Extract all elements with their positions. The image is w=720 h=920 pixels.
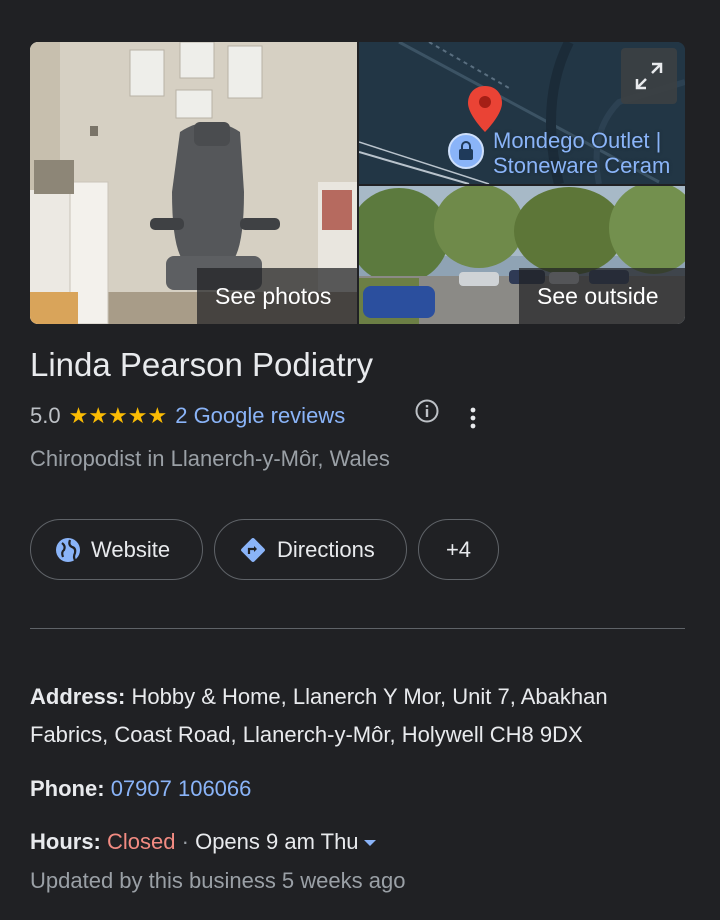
phone-row: Phone: 07907 106066 (30, 770, 690, 808)
directions-icon (241, 537, 265, 562)
phone-link[interactable]: 07907 106066 (111, 776, 252, 801)
hours-label: Hours: (30, 829, 101, 854)
hours-status: Closed (107, 829, 176, 854)
phone-label: Phone: (30, 776, 105, 801)
hours-next-open: Opens 9 am Thu (195, 829, 359, 854)
reviews-link[interactable]: 2 Google reviews (175, 403, 345, 429)
directions-button[interactable]: Directions (214, 519, 407, 580)
see-outside-label[interactable]: See outside (519, 268, 685, 324)
more-vert-icon[interactable] (462, 404, 484, 432)
info-icon[interactable] (414, 398, 440, 424)
interior-photo[interactable]: See photos (30, 42, 357, 324)
shopping-bag-icon (448, 133, 484, 169)
map-preview[interactable]: Mondego Outlet | Stoneware Ceram (359, 42, 685, 184)
hours-dropdown[interactable]: Opens 9 am Thu (195, 829, 376, 854)
business-name: Linda Pearson Podiatry (30, 346, 374, 383)
hours-row: Hours: Closed · Opens 9 am Thu (30, 823, 690, 861)
rating-row: 5.0 ★★★★★ 2 Google reviews (30, 400, 345, 432)
media-gallery: See photos Mondego Outlet | Stoneware Ce… (30, 42, 685, 324)
expand-map-button[interactable] (621, 48, 677, 104)
website-button[interactable]: Website (30, 519, 203, 580)
chevron-down-icon (363, 840, 376, 847)
website-label: Website (91, 536, 171, 562)
outside-photo[interactable]: See outside (359, 186, 685, 324)
map-place-line-2: Stoneware Ceram (493, 153, 671, 178)
business-category: Chiropodist in Llanerch-y-Môr, Wales (30, 446, 390, 471)
globe-icon (56, 537, 80, 562)
more-actions-label: +4 (445, 536, 472, 562)
map-place-line-1: Mondego Outlet | (493, 128, 662, 153)
hours-separator: · (181, 829, 189, 854)
directions-label: Directions (277, 536, 375, 562)
map-pin-icon (468, 86, 502, 132)
rating-value: 5.0 (30, 403, 61, 428)
address-row: Address: Hobby & Home, Llanerch Y Mor, U… (30, 678, 690, 754)
divider (30, 628, 685, 629)
map-place-name: Mondego Outlet | Stoneware Ceram (493, 128, 670, 178)
expand-icon (635, 62, 663, 90)
more-actions-button[interactable]: +4 (418, 519, 499, 580)
address-label: Address: (30, 684, 126, 709)
see-photos-label[interactable]: See photos (197, 268, 357, 324)
star-rating: ★★★★★ (68, 403, 168, 428)
updated-note: Updated by this business 5 weeks ago (30, 868, 406, 893)
